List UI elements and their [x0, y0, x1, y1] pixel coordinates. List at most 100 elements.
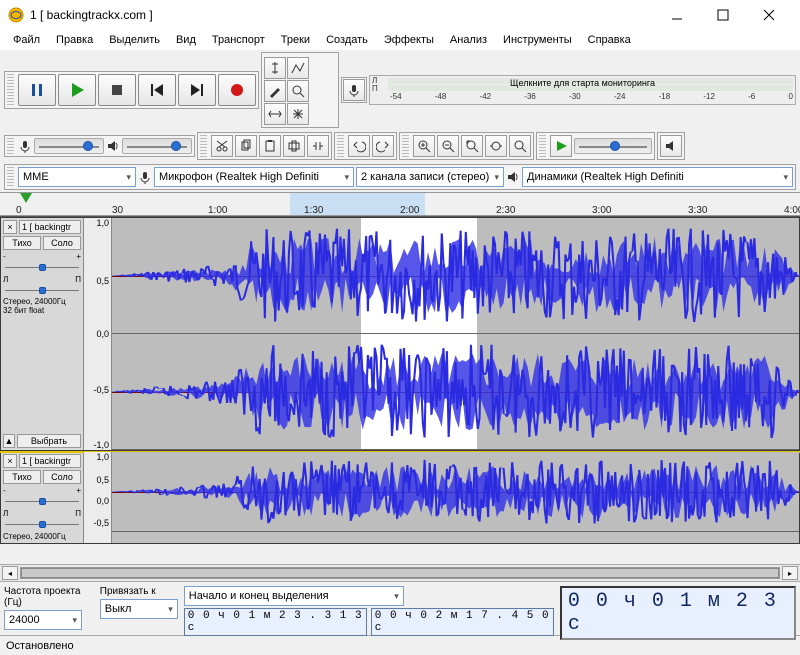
- record-button[interactable]: [218, 74, 256, 106]
- pan-slider[interactable]: [3, 286, 81, 296]
- undo-button[interactable]: [348, 135, 370, 157]
- window-title: 1 [ backingtrackx.com ]: [30, 8, 654, 22]
- track-select-button[interactable]: Выбрать: [17, 434, 81, 448]
- waveform-channel-right[interactable]: [112, 334, 799, 450]
- zoom-tool-button[interactable]: [287, 80, 309, 102]
- menu-generate[interactable]: Создать: [319, 32, 375, 48]
- skip-start-button[interactable]: [138, 74, 176, 106]
- maximize-button[interactable]: [700, 0, 746, 30]
- menu-tools[interactable]: Инструменты: [496, 32, 579, 48]
- trim-button[interactable]: [283, 135, 305, 157]
- menu-help[interactable]: Справка: [581, 32, 638, 48]
- audio-host-combo[interactable]: MME: [18, 167, 136, 187]
- toolbar-grip[interactable]: [7, 138, 14, 154]
- minimize-button[interactable]: [654, 0, 700, 30]
- project-rate-combo[interactable]: 24000: [4, 610, 82, 630]
- selection-start-input[interactable]: 0 0 ч 0 1 м 2 3 . 3 1 3 с: [184, 608, 367, 636]
- recording-volume-slider[interactable]: [34, 138, 104, 154]
- mute-button[interactable]: Тихо: [3, 470, 41, 484]
- recording-device-combo[interactable]: Микрофон (Realtek High Definiti: [154, 167, 354, 187]
- play-at-speed-button[interactable]: [550, 135, 572, 157]
- copy-button[interactable]: [235, 135, 257, 157]
- amplitude-scale[interactable]: 1,00,50,0-0,5-1,0: [84, 218, 112, 450]
- snap-label: Привязать к: [100, 586, 178, 597]
- menu-transport[interactable]: Транспорт: [205, 32, 272, 48]
- scroll-left-button[interactable]: ◂: [2, 566, 18, 580]
- timeline-ruler[interactable]: 0301:001:302:002:303:003:304:00: [0, 192, 800, 216]
- snap-combo[interactable]: Выкл: [100, 599, 178, 619]
- track-close-button[interactable]: ×: [3, 454, 17, 468]
- timeline-pin-icon[interactable]: [20, 193, 32, 203]
- toolbar-grip[interactable]: [7, 74, 14, 106]
- play-speed-slider[interactable]: [574, 138, 652, 154]
- waveform-area[interactable]: [112, 218, 799, 450]
- track-collapse-button[interactable]: ▲: [3, 434, 15, 448]
- time-display[interactable]: 0 0 ч 0 1 м 2 3 с: [560, 586, 796, 640]
- track-panel[interactable]: ×1 [ backingtr ТихоСоло -+ ЛП Стерео, 24…: [1, 452, 84, 543]
- zoom-selection-button[interactable]: [461, 135, 483, 157]
- menu-select[interactable]: Выделить: [102, 32, 167, 48]
- scroll-thumb[interactable]: [21, 568, 779, 578]
- envelope-tool-button[interactable]: [287, 57, 309, 79]
- paste-button[interactable]: [259, 135, 281, 157]
- draw-tool-button[interactable]: [264, 80, 286, 102]
- track-name[interactable]: 1 [ backingtr: [19, 454, 81, 468]
- redo-button[interactable]: [372, 135, 394, 157]
- waveform-channel-left[interactable]: [112, 218, 799, 334]
- stop-button[interactable]: [98, 74, 136, 106]
- selection-end-input[interactable]: 0 0 ч 0 2 м 1 7 . 4 5 0 с: [371, 608, 554, 636]
- zoom-in-button[interactable]: [413, 135, 435, 157]
- playback-device-combo[interactable]: Динамики (Realtek High Definiti: [522, 167, 793, 187]
- close-button[interactable]: [746, 0, 792, 30]
- scroll-track[interactable]: [20, 567, 780, 579]
- track-name[interactable]: 1 [ backingtr: [19, 220, 81, 234]
- toolbar-grip[interactable]: [402, 135, 409, 157]
- waveform-channel-left[interactable]: [112, 452, 799, 532]
- playback-volume-slider[interactable]: [122, 138, 192, 154]
- pan-slider[interactable]: [3, 520, 81, 530]
- meter-ticks: -54-48-42-36-30-24-18-12-60: [390, 92, 793, 101]
- zoom-out-button[interactable]: [437, 135, 459, 157]
- zoom-toolbar: [399, 132, 534, 160]
- gain-slider[interactable]: [3, 497, 81, 507]
- play-button[interactable]: [58, 74, 96, 106]
- solo-button[interactable]: Соло: [43, 236, 81, 250]
- recording-channels-combo[interactable]: 2 канала записи (стерео): [356, 167, 504, 187]
- track-close-button[interactable]: ×: [3, 220, 17, 234]
- mute-button[interactable]: Тихо: [3, 236, 41, 250]
- pause-button[interactable]: [18, 74, 56, 106]
- toolbar-grip[interactable]: [200, 135, 207, 157]
- gain-slider[interactable]: [3, 263, 81, 273]
- amplitude-scale[interactable]: 1,00,50,0-0,5: [84, 452, 112, 543]
- selection-tool-button[interactable]: [264, 57, 286, 79]
- zoom-toggle-button[interactable]: [509, 135, 531, 157]
- menu-file[interactable]: Файл: [6, 32, 47, 48]
- timeshift-tool-button[interactable]: [264, 103, 286, 125]
- silence-button[interactable]: [307, 135, 329, 157]
- horizontal-scrollbar[interactable]: ◂ ▸: [0, 564, 800, 581]
- record-meter[interactable]: Л П Щелкните для старта мониторинга -54-…: [369, 75, 796, 105]
- record-meter-toolbar: [341, 77, 367, 103]
- menu-view[interactable]: Вид: [169, 32, 203, 48]
- skip-end-button[interactable]: [178, 74, 216, 106]
- fit-width-button[interactable]: [485, 135, 507, 157]
- menu-tracks[interactable]: Треки: [274, 32, 317, 48]
- track-panel[interactable]: ×1 [ backingtr ТихоСоло -+ ЛП Стерео, 24…: [1, 218, 84, 450]
- track-2[interactable]: ×1 [ backingtr ТихоСоло -+ ЛП Стерео, 24…: [0, 451, 800, 544]
- toolbar-grip[interactable]: [7, 167, 14, 187]
- menu-edit[interactable]: Правка: [49, 32, 100, 48]
- selection-mode-combo[interactable]: Начало и конец выделения: [184, 586, 404, 606]
- multi-tool-button[interactable]: [287, 103, 309, 125]
- scroll-right-button[interactable]: ▸: [782, 566, 798, 580]
- menu-analyze[interactable]: Анализ: [443, 32, 494, 48]
- cut-button[interactable]: [211, 135, 233, 157]
- waveform-area[interactable]: [112, 452, 799, 543]
- timeline-tick: 2:00: [400, 205, 419, 216]
- toolbar-grip[interactable]: [337, 135, 344, 157]
- speaker-meter-icon[interactable]: [660, 135, 682, 157]
- toolbar-grip[interactable]: [539, 135, 546, 157]
- track-1[interactable]: ×1 [ backingtr ТихоСоло -+ ЛП Стерео, 24…: [0, 217, 800, 451]
- menu-effects[interactable]: Эффекты: [377, 32, 441, 48]
- solo-button[interactable]: Соло: [43, 470, 81, 484]
- mic-meter-icon[interactable]: [343, 79, 365, 101]
